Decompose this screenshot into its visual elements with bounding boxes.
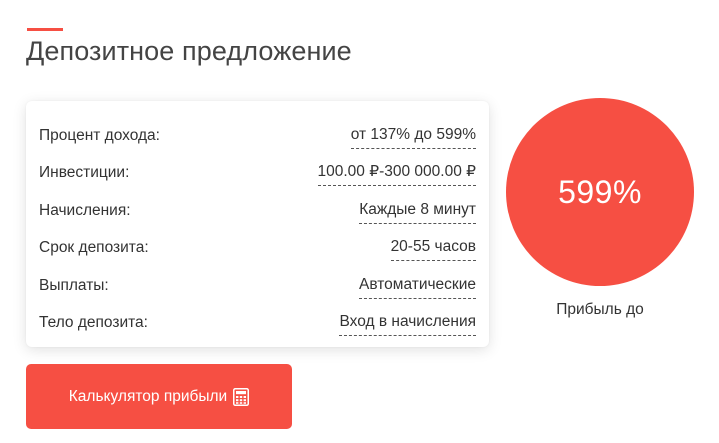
detail-label: Процент дохода: xyxy=(39,126,160,144)
detail-label: Тело депозита: xyxy=(39,314,148,331)
detail-row-investments: Инвестиции: 100.00 ₽-300 000.00 ₽ xyxy=(39,153,476,191)
detail-label: Начисления: xyxy=(39,201,131,219)
detail-row-deposit-term: Срок депозита: 20-55 часов xyxy=(39,228,476,266)
detail-row-payouts: Выплаты: Автоматические xyxy=(39,265,476,303)
profit-calculator-button[interactable]: Калькулятор прибыли xyxy=(26,364,292,429)
max-profit-label: Прибыль до xyxy=(556,301,644,318)
max-profit-circle: 599% xyxy=(506,98,694,286)
title-accent-line xyxy=(27,28,63,31)
detail-value: Вход в начисления xyxy=(339,313,476,336)
detail-value: 20-55 часов xyxy=(390,238,476,261)
detail-value: 100.00 ₽-300 000.00 ₽ xyxy=(317,162,476,186)
calculator-icon xyxy=(233,387,250,406)
deposit-offer-section: Депозитное предложение Процент дохода: о… xyxy=(0,0,719,443)
max-profit-percent: 599% xyxy=(558,173,642,210)
detail-value: Каждые 8 минут xyxy=(359,201,476,224)
detail-row-deposit-body: Тело депозита: Вход в начисления xyxy=(39,303,476,341)
detail-row-income-percent: Процент дохода: от 137% до 599% xyxy=(39,115,476,153)
detail-value: от 137% до 599% xyxy=(350,126,476,149)
detail-label: Выплаты: xyxy=(39,276,109,294)
page-title: Депозитное предложение xyxy=(26,36,352,66)
detail-label: Инвестиции: xyxy=(39,164,130,181)
profit-calculator-label: Калькулятор прибыли xyxy=(68,387,228,405)
detail-value: Автоматические xyxy=(359,276,476,299)
detail-row-accruals: Начисления: Каждые 8 минут xyxy=(39,190,476,228)
detail-label: Срок депозита: xyxy=(39,239,149,256)
deposit-details-card: Процент дохода: от 137% до 599% Инвестиц… xyxy=(26,101,489,347)
